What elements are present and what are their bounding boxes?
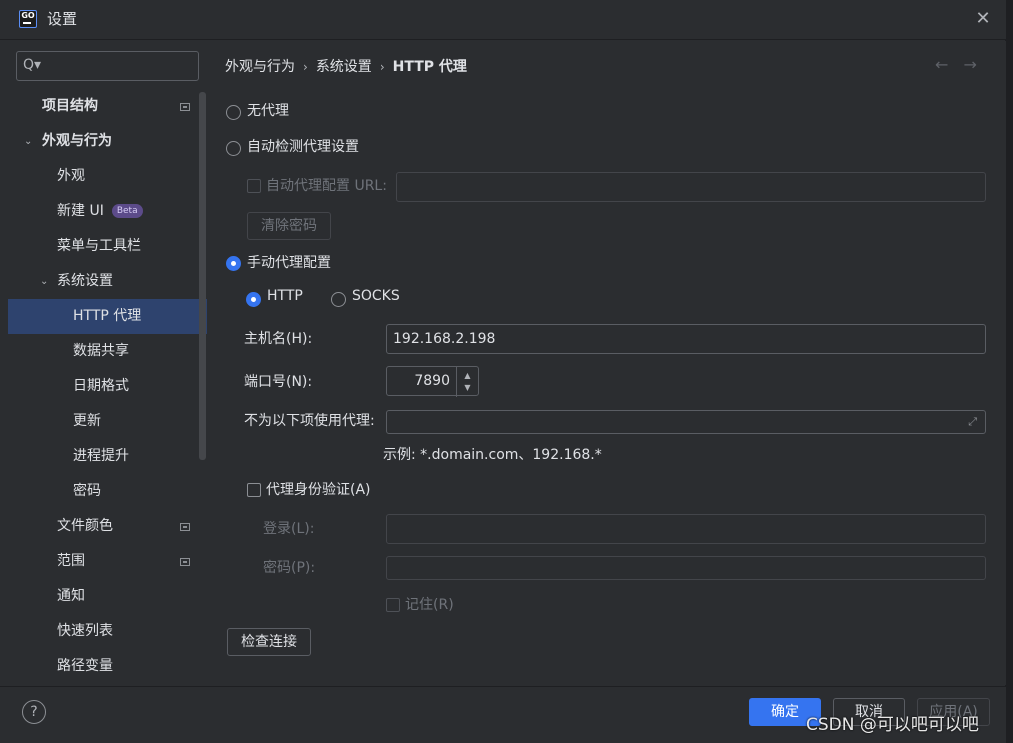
port-label: 端口号(N):	[244, 374, 313, 390]
sidebar-scrollbar[interactable]	[199, 92, 206, 460]
breadcrumb-item[interactable]: 系统设置	[316, 59, 372, 75]
port-value: 7890	[414, 373, 450, 389]
sidebar-item-label: 新建 UI Beta	[57, 194, 143, 229]
sidebar-item-path-variables[interactable]: 路径变量	[8, 649, 207, 684]
no-proxy-label: 无代理	[247, 103, 289, 119]
sidebar-item-label: 数据共享	[73, 343, 129, 359]
auto-detect-label: 自动检测代理设置	[247, 139, 359, 155]
host-label: 主机名(H):	[244, 331, 313, 347]
login-input[interactable]	[386, 514, 986, 544]
breadcrumb-current: HTTP 代理	[392, 59, 467, 75]
breadcrumb-separator-icon: ›	[379, 60, 385, 74]
history-nav: ← →	[935, 55, 977, 74]
sidebar-item-system-settings[interactable]: ⌄ 系统设置	[8, 264, 207, 299]
sidebar-item-label: 通知	[57, 588, 85, 604]
sidebar-item-new-ui[interactable]: 新建 UI Beta	[8, 194, 207, 229]
sidebar-item-http-proxy[interactable]: HTTP 代理	[8, 299, 207, 334]
http-radio[interactable]	[246, 292, 261, 307]
beta-badge: Beta	[111, 204, 143, 218]
host-input[interactable]: 192.168.2.198	[386, 324, 986, 354]
breadcrumb-item[interactable]: 外观与行为	[225, 59, 295, 75]
remember-checkbox[interactable]	[386, 598, 400, 612]
http-proxy-panel: 外观与行为 › 系统设置 › HTTP 代理 ← → 无代理 自动检测代理设置 自动代理…	[207, 41, 1006, 685]
sidebar-item-label: 进程提升	[73, 448, 129, 464]
sidebar-item-label: 外观与行为	[42, 133, 112, 149]
auto-config-label: 自动代理配置 URL:	[266, 178, 387, 194]
project-settings-icon	[180, 558, 190, 566]
socks-radio[interactable]	[331, 292, 346, 307]
forward-arrow-icon[interactable]: →	[964, 55, 977, 74]
proxy-auth-label: 代理身份验证(A)	[266, 482, 371, 498]
sidebar-item-menus-toolbars[interactable]: 菜单与工具栏	[8, 229, 207, 264]
password-label: 密码(P):	[263, 560, 316, 576]
project-settings-icon	[180, 523, 190, 531]
auto-detect-radio[interactable]	[226, 141, 241, 156]
check-connection-button[interactable]: 检查连接	[227, 628, 311, 656]
stepper-arrows-icon[interactable]: ▲ ▼	[456, 367, 478, 397]
sidebar-item-label: 日期格式	[73, 378, 129, 394]
search-input[interactable]: Q▾	[16, 51, 199, 81]
help-icon[interactable]: ?	[22, 700, 46, 724]
sidebar-item-label: 菜单与工具栏	[57, 238, 141, 254]
title-bar: GO 设置 ✕	[0, 0, 1006, 40]
auto-config-url-input[interactable]	[396, 172, 986, 202]
sidebar-item-appearance[interactable]: 外观	[8, 159, 207, 194]
auto-config-checkbox[interactable]	[247, 179, 261, 193]
search-icon: Q▾	[23, 57, 42, 73]
sidebar-item-label: 文件颜色	[57, 518, 113, 534]
sidebar-item-label: HTTP 代理	[73, 308, 142, 324]
settings-dialog: GO 设置 ✕ Q▾ 项目结构 ⌄ 外观与行为 外观 新建 UI Beta 菜单与…	[0, 0, 1006, 743]
login-label: 登录(L):	[263, 521, 315, 537]
project-settings-icon	[180, 103, 190, 111]
sidebar-item-appearance-behavior[interactable]: ⌄ 外观与行为	[8, 124, 207, 159]
port-stepper[interactable]: 7890 ▲ ▼	[386, 366, 479, 397]
sidebar-item-label: 外观	[57, 168, 85, 184]
sidebar-item-label: 项目结构	[42, 98, 98, 114]
breadcrumb: 外观与行为 › 系统设置 › HTTP 代理	[225, 56, 467, 76]
no-proxy-radio[interactable]	[226, 105, 241, 120]
password-input[interactable]	[386, 556, 986, 580]
sidebar-item-label: 密码	[73, 483, 101, 499]
sidebar-item-notifications[interactable]: 通知	[8, 579, 207, 614]
sidebar-item-scopes[interactable]: 范围	[8, 544, 207, 579]
manual-proxy-label: 手动代理配置	[247, 255, 331, 271]
sidebar-item-label: 系统设置	[57, 273, 113, 289]
breadcrumb-separator-icon: ›	[303, 60, 308, 74]
chevron-down-icon[interactable]: ⌄	[40, 264, 48, 299]
goland-app-icon: GO	[19, 10, 37, 28]
expand-icon[interactable]: ⤢	[968, 411, 977, 433]
sidebar-item-process-elevation[interactable]: 进程提升	[8, 439, 207, 474]
back-arrow-icon[interactable]: ←	[935, 55, 948, 74]
sidebar-item-file-colors[interactable]: 文件颜色	[8, 509, 207, 544]
chevron-down-icon[interactable]: ⌄	[24, 124, 32, 159]
sidebar-item-data-sharing[interactable]: 数据共享	[8, 334, 207, 369]
socks-label: SOCKS	[352, 288, 400, 304]
sidebar-item-label: 快速列表	[57, 623, 113, 639]
remember-label: 记住(R)	[405, 597, 454, 613]
window-title: 设置	[47, 10, 78, 28]
sidebar-item-label: 更新	[73, 413, 101, 429]
no-proxy-for-label: 不为以下项使用代理:	[244, 413, 375, 429]
example-hint: 示例: *.domain.com、192.168.*	[383, 447, 602, 463]
settings-sidebar: Q▾ 项目结构 ⌄ 外观与行为 外观 新建 UI Beta 菜单与工具栏 ⌄ 系统…	[8, 41, 207, 685]
sidebar-item-quick-lists[interactable]: 快速列表	[8, 614, 207, 649]
csdn-watermark: CSDN @可以吧可以吧	[806, 715, 979, 735]
no-proxy-for-input[interactable]: ⤢	[386, 410, 986, 434]
sidebar-item-passwords[interactable]: 密码	[8, 474, 207, 509]
sidebar-item-project-structure[interactable]: 项目结构	[8, 89, 207, 124]
sidebar-item-label: 范围	[57, 553, 85, 569]
sidebar-item-date-formats[interactable]: 日期格式	[8, 369, 207, 404]
manual-proxy-radio[interactable]	[226, 256, 241, 271]
clear-passwords-button[interactable]: 清除密码	[247, 212, 331, 240]
sidebar-item-updates[interactable]: 更新	[8, 404, 207, 439]
sidebar-item-label: 路径变量	[57, 658, 113, 674]
close-icon[interactable]: ✕	[973, 9, 993, 29]
http-label: HTTP	[267, 288, 303, 304]
proxy-auth-checkbox[interactable]	[247, 483, 261, 497]
